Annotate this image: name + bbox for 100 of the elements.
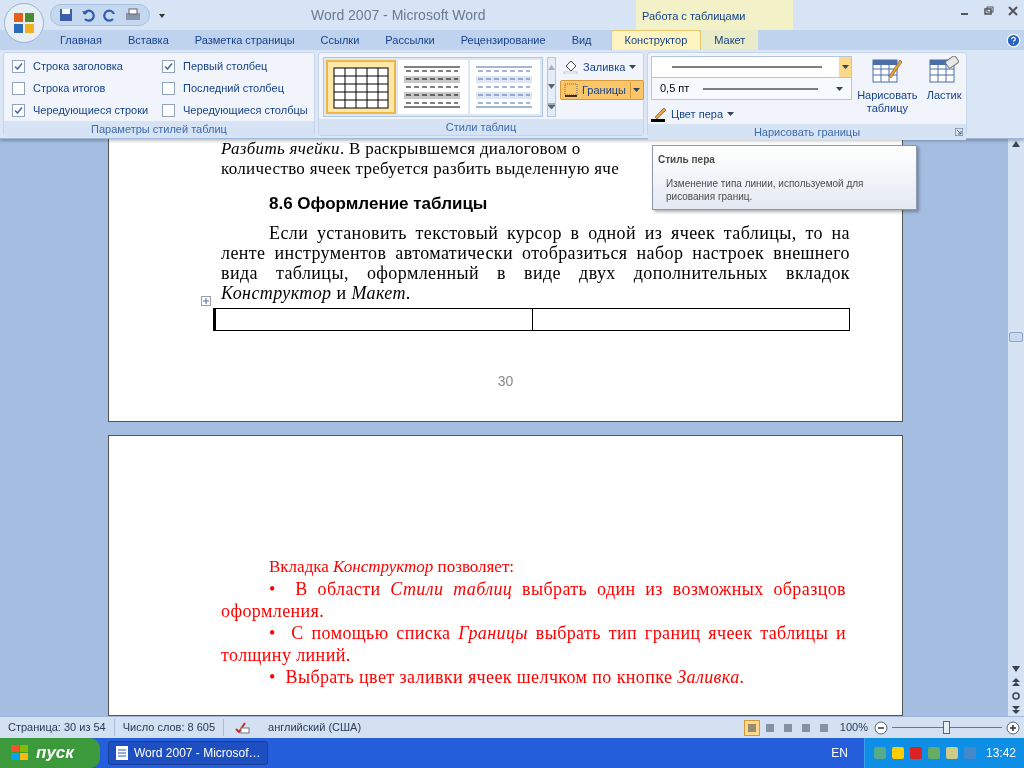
checkbox-option[interactable]: Строка итогов — [12, 77, 162, 99]
checkbox-option[interactable]: Последний столбец — [162, 77, 308, 99]
contextual-tab-group: Работа с таблицами — [636, 0, 793, 30]
zoom-out-icon[interactable] — [874, 720, 888, 735]
caret-icon — [727, 112, 734, 116]
ribbon-tab[interactable]: Рассылки — [372, 30, 448, 50]
browse-object-icon[interactable] — [1012, 692, 1020, 700]
taskbar-window-button[interactable]: Word 2007 - Microsof… — [108, 741, 268, 765]
proofing-icon[interactable] — [234, 720, 251, 735]
help-icon[interactable] — [1006, 33, 1021, 48]
paint-bucket-icon — [563, 60, 579, 74]
start-button[interactable]: пуск — [0, 738, 100, 768]
ribbon-tab[interactable]: Макет — [701, 30, 759, 50]
ribbon-tab[interactable]: Главная — [47, 30, 115, 50]
table-style-thumbnail[interactable] — [326, 60, 396, 114]
ribbon-tab[interactable]: Вставка — [114, 30, 182, 50]
close-icon[interactable] — [1008, 6, 1018, 16]
page-lines-icon — [764, 722, 775, 733]
list-item-text: • В области Стили таблиц выбрать один из возможных образцов оформления. — [221, 578, 846, 623]
checkbox-option[interactable]: Первый столбец — [162, 55, 308, 77]
page-lines-icon — [818, 722, 829, 733]
redo-icon[interactable] — [103, 8, 117, 22]
solid-line-icon — [703, 86, 819, 91]
table-style-icon — [333, 67, 389, 109]
undo-icon[interactable] — [81, 8, 95, 22]
checkbox-option[interactable]: Чередующиеся столбцы — [162, 99, 308, 121]
word-count[interactable]: Число слов: 8 605 — [114, 719, 225, 736]
language[interactable]: английский (США) — [268, 719, 362, 736]
checkbox[interactable] — [12, 59, 25, 73]
solid-line-icon — [672, 65, 822, 69]
table-cell[interactable] — [213, 307, 533, 331]
printer-icon[interactable] — [125, 8, 141, 22]
draw-table-button[interactable]: Нарисовать таблицу — [858, 56, 917, 124]
group-label: Стили таблиц — [319, 119, 643, 135]
pen-color-button[interactable]: Цвет пера — [651, 104, 734, 124]
ribbon-tab[interactable]: Ссылки — [307, 30, 373, 50]
list-item-text: • Выбрать цвет заливки ячеек шелчком по кнопке Заливка. — [268, 666, 746, 689]
checkbox[interactable] — [12, 103, 25, 117]
table-style-icon — [476, 66, 532, 108]
group-label: Параметры стилей таблиц — [4, 121, 314, 137]
checkmark-icon — [14, 105, 23, 115]
save-icon[interactable] — [59, 8, 73, 22]
restore-icon[interactable] — [984, 6, 994, 16]
caret-icon — [841, 65, 849, 69]
borders-button[interactable]: Границы — [560, 80, 644, 100]
zoom-level[interactable]: 100% — [839, 719, 868, 736]
table-move-handle-icon[interactable] — [201, 295, 211, 306]
scroll-down-icon[interactable] — [1012, 666, 1020, 672]
pen-style-dropdown[interactable] — [651, 56, 853, 78]
shading-button[interactable]: Заливка — [560, 57, 644, 77]
body-text: Разбить ячейки. В раскрывшемся диалоговом о — [221, 139, 581, 159]
checkmark-icon — [14, 61, 23, 71]
checkbox[interactable] — [162, 81, 175, 95]
table-style-thumbnail[interactable] — [398, 60, 468, 114]
vertical-scrollbar[interactable] — [1007, 139, 1024, 716]
pen-icon — [651, 106, 667, 122]
page-lines-icon — [746, 722, 757, 733]
list-item-text: • С помощью списка Границы выбрать тип границ ячеек таблицы и толщину линий. — [221, 622, 846, 667]
customize-arrow-icon[interactable] — [158, 11, 166, 19]
next-page-icon[interactable] — [1012, 706, 1020, 714]
checkbox[interactable] — [12, 81, 25, 95]
zoom-slider[interactable] — [892, 720, 1002, 735]
table-cell[interactable] — [533, 307, 850, 331]
ribbon-tab[interactable]: Конструктор — [610, 30, 702, 50]
ribbon-tab[interactable]: Рецензирование — [447, 30, 559, 50]
page-number: 30 — [496, 371, 515, 391]
previous-page-icon[interactable] — [1012, 678, 1020, 686]
body-paragraph: Если установить текстовый курсор в одной из ячеек таблицы, то на ленте инструментов автоматически отобразиться набор настроек внешнего вида таблицы, оформленный в виде двух дополнительных вкладок Конструктор и Макет. — [221, 222, 850, 303]
table-eraser-icon — [928, 56, 961, 86]
ribbon-tab[interactable]: Разметка страницы — [181, 30, 308, 50]
clock: 13:42 — [985, 745, 1016, 762]
table-pencil-icon — [871, 56, 904, 86]
expand-gallery-icon[interactable] — [548, 103, 555, 109]
gallery-scroll-buttons[interactable] — [547, 57, 556, 117]
body-text: Вкладка Конструктор позволяет: — [268, 556, 516, 579]
dialog-launcher-icon[interactable] — [955, 128, 963, 136]
eraser-button[interactable]: Ластик — [922, 56, 966, 124]
zoom-slider-thumb[interactable] — [943, 720, 950, 734]
group-label: Нарисовать границы — [648, 124, 966, 140]
checkbox[interactable] — [162, 103, 175, 117]
page-count[interactable]: Страница: 30 из 54 — [0, 719, 115, 736]
input-language[interactable]: EN — [831, 744, 848, 762]
checkbox[interactable] — [162, 59, 175, 73]
table-style-icon — [404, 66, 460, 108]
checkmark-icon — [164, 61, 173, 71]
checkbox-option[interactable]: Чередующиеся строки — [12, 99, 162, 121]
pen-weight-dropdown[interactable]: 0,5 пт — [651, 78, 853, 100]
office-button[interactable] — [4, 3, 44, 43]
scroll-thumb[interactable] — [1009, 331, 1023, 342]
zoom-in-icon[interactable] — [1006, 720, 1020, 735]
tooltip-text: Изменение типа линии, используемой для рисования границ. — [666, 177, 865, 203]
body-text: количество ячеек требуется разбить выделенную яче — [221, 159, 619, 179]
table-style-thumbnail[interactable] — [470, 60, 540, 114]
scroll-up-icon[interactable] — [1012, 141, 1020, 147]
ribbon-tab[interactable]: Вид — [558, 30, 605, 50]
window-title: Word 2007 - Microsoft Word — [311, 5, 486, 25]
office-logo-icon — [13, 12, 35, 34]
caret-icon — [633, 88, 640, 92]
checkbox-option[interactable]: Строка заголовка — [12, 55, 162, 77]
scroll-down-icon[interactable] — [548, 84, 555, 89]
